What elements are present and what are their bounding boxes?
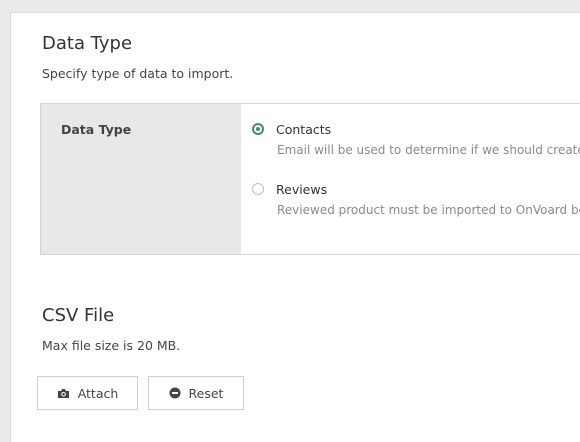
contacts-radio-description: Email will be used to determine if we sh… [277, 143, 580, 157]
reviews-radio-label[interactable]: Reviews [276, 182, 327, 197]
import-panel: Data Type Specify type of data to import… [10, 12, 580, 442]
data-type-section-title: Data Type [42, 33, 133, 54]
reset-button[interactable]: Reset [148, 376, 244, 410]
contacts-radio-label[interactable]: Contacts [276, 122, 331, 137]
csv-section-subtitle: Max file size is 20 MB. [42, 338, 181, 353]
reviews-radio[interactable] [252, 183, 264, 195]
data-type-field-label: Data Type [61, 122, 132, 137]
csv-section-title: CSV File [42, 305, 115, 326]
camera-icon [57, 388, 70, 399]
minus-circle-icon [169, 387, 181, 399]
data-type-field-box: Data Type Contacts Email will be used to… [40, 103, 580, 255]
contacts-radio[interactable] [252, 123, 264, 135]
reset-button-label: Reset [188, 385, 224, 401]
attach-button[interactable]: Attach [37, 376, 138, 410]
data-type-section-subtitle: Specify type of data to import. [42, 66, 234, 81]
data-type-label-column: Data Type [41, 104, 241, 254]
attach-button-label: Attach [77, 385, 119, 401]
reviews-radio-description: Reviewed product must be imported to OnV… [277, 203, 580, 217]
